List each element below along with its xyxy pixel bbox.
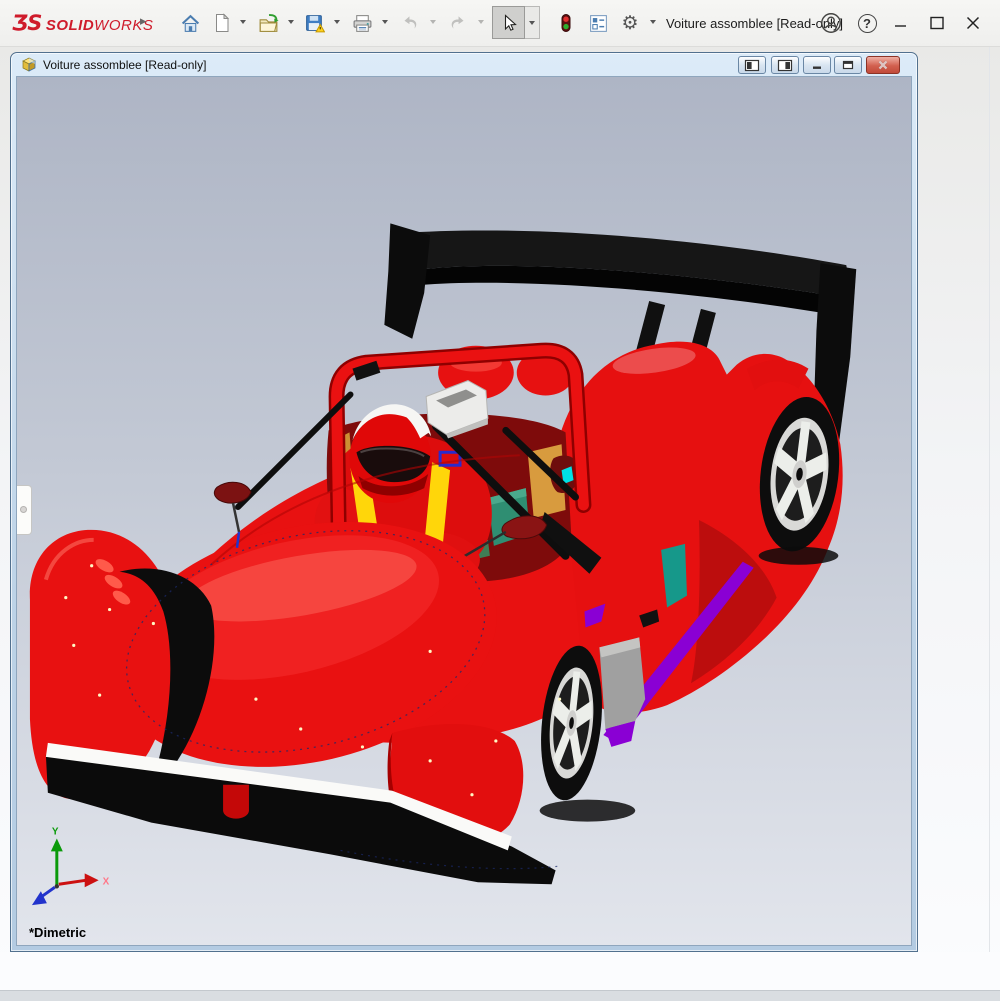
new-document-dropdown[interactable]	[240, 20, 246, 24]
close-icon	[963, 13, 983, 33]
solidworks-logo-mark: ƷS	[12, 11, 41, 35]
status-bar	[0, 952, 1000, 990]
options-dropdown[interactable]	[650, 20, 656, 24]
doc-restore-icon	[841, 59, 855, 71]
pane-right-toggle-button[interactable]	[771, 56, 799, 74]
gear-icon: ⚙	[621, 12, 638, 35]
account-icon	[820, 12, 842, 34]
home-button[interactable]	[176, 9, 204, 37]
save-icon	[304, 13, 325, 34]
minimize-icon	[891, 13, 911, 33]
home-icon	[180, 13, 201, 34]
assembly-icon	[21, 57, 37, 73]
undo-dropdown	[430, 20, 436, 24]
print-button[interactable]	[348, 9, 376, 37]
doc-minimize-button[interactable]	[803, 56, 831, 74]
chevron-down-icon	[529, 21, 535, 25]
rear-wheel-shadow	[759, 547, 839, 565]
redo-dropdown	[478, 20, 484, 24]
form-list-icon	[588, 13, 609, 34]
doc-close-icon	[876, 59, 890, 71]
traffic-light-icon	[556, 13, 576, 33]
save-dropdown[interactable]	[334, 20, 340, 24]
front-wheel-shadow	[540, 800, 636, 822]
solidworks-logo: ƷS SOLIDWORKS	[12, 11, 153, 35]
open-icon	[258, 13, 279, 34]
options-button[interactable]: ⚙	[616, 9, 644, 37]
doc-close-button[interactable]	[866, 56, 900, 74]
feature-pane-handle[interactable]	[17, 485, 32, 535]
help-button[interactable]: ?	[852, 8, 882, 38]
doc-restore-button[interactable]	[834, 56, 862, 74]
new-document-button[interactable]	[208, 9, 236, 37]
save-button[interactable]	[300, 9, 328, 37]
undo-icon	[399, 12, 421, 34]
traffic-light-button[interactable]	[552, 9, 580, 37]
triad-y-label: Y	[52, 827, 59, 838]
open-button[interactable]	[254, 9, 282, 37]
graphics-viewport[interactable]: Y X *Dimetric	[16, 76, 912, 946]
menu-flyout-arrow[interactable]: ▸	[140, 13, 147, 29]
document-window: Voiture assomblee [Read-only]	[10, 52, 918, 952]
redo-button[interactable]	[444, 9, 472, 37]
view-orientation-label: *Dimetric	[29, 925, 86, 940]
undo-button[interactable]	[396, 9, 424, 37]
select-tool-button[interactable]	[492, 6, 525, 39]
pane-right-icon	[777, 59, 793, 72]
print-dropdown[interactable]	[382, 20, 388, 24]
document-title: Voiture assomblee [Read-only]	[43, 58, 206, 72]
select-tool-icon	[499, 13, 519, 33]
maximize-button[interactable]	[922, 8, 952, 38]
triad-x-label: X	[103, 876, 110, 887]
help-icon: ?	[858, 14, 877, 33]
select-tool-dropdown[interactable]	[525, 6, 540, 39]
redo-icon	[447, 12, 469, 34]
document-titlebar[interactable]: Voiture assomblee [Read-only]	[11, 53, 917, 76]
doc-minimize-icon	[810, 59, 824, 71]
solidworks-logo-solid: SOLID	[46, 17, 94, 34]
main-titlebar: ƷS SOLIDWORKS ▸	[0, 0, 1000, 47]
open-dropdown[interactable]	[288, 20, 294, 24]
orientation-triad: Y X	[32, 827, 110, 906]
close-button[interactable]	[958, 8, 988, 38]
maximize-icon	[927, 13, 947, 33]
window-bottom-edge	[0, 990, 1000, 1001]
minimize-button[interactable]	[886, 8, 916, 38]
select-tool-group	[492, 6, 540, 39]
model-scene: Y X	[17, 77, 911, 945]
print-icon	[352, 13, 373, 34]
account-button[interactable]	[816, 8, 846, 38]
new-document-icon	[212, 13, 232, 33]
pane-left-icon	[744, 59, 760, 72]
pane-left-toggle-button[interactable]	[738, 56, 766, 74]
form-list-button[interactable]	[584, 9, 612, 37]
client-area-divider	[989, 46, 990, 990]
